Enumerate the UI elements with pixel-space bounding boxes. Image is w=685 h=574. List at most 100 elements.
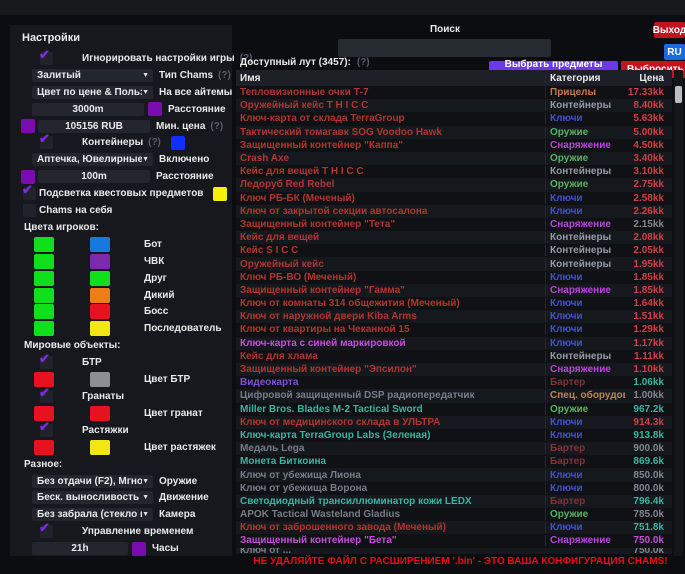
value-input[interactable]: 100m: [38, 170, 150, 183]
value-input[interactable]: 21h: [32, 542, 128, 555]
color-swatch-visible[interactable]: [34, 288, 54, 303]
setting-select-row: Аптечка, Ювелирные и...▼Включено: [10, 151, 232, 168]
table-row[interactable]: Ключ от убежища ЛионаКлючи850.0k: [236, 468, 672, 481]
dropdown[interactable]: Аптечка, Ювелирные и...▼: [32, 153, 153, 166]
table-row[interactable]: Ключ РБ-БК (Меченый)Ключи2.58kk: [236, 192, 672, 205]
table-row[interactable]: Кейс для вещей Т Н I С СКонтейнеры3.10kk: [236, 165, 672, 178]
table-row[interactable]: Ключ от ...750.0k: [236, 548, 672, 554]
checkbox[interactable]: ✔: [40, 356, 53, 369]
checkbox[interactable]: ✔: [40, 525, 53, 538]
table-row[interactable]: Ключ-карта от склада TerraGroupКлючи5.63…: [236, 112, 672, 125]
color-swatch-visible[interactable]: [34, 304, 54, 319]
table-row[interactable]: Miller Bros. Blades M-2 Tactical SwordОр…: [236, 403, 672, 416]
checkbox[interactable]: ✔: [40, 390, 53, 403]
item-name: Ключ РБ-БК (Меченый): [236, 193, 545, 204]
table-row[interactable]: APOK Tactical Wasteland GladiusОружие785…: [236, 508, 672, 521]
color-swatch-chams[interactable]: [90, 288, 110, 303]
color-swatch-visible[interactable]: [34, 254, 54, 269]
table-row[interactable]: Ключ-карта TerraGroup Labs (Зеленая)Ключ…: [236, 429, 672, 442]
scrollbar-thumb[interactable]: [675, 86, 682, 103]
color-swatch-chams[interactable]: [90, 271, 110, 286]
setting-label: Камера: [159, 509, 195, 520]
color-swatch-chams[interactable]: [90, 254, 110, 269]
dropdown[interactable]: Залитый▼: [32, 69, 153, 82]
setting-label: Движение: [159, 492, 209, 503]
color-swatch[interactable]: [213, 187, 227, 201]
checkbox[interactable]: ✔: [40, 136, 53, 149]
table-row[interactable]: Ключ-карта с синей маркировкойКлючи1.17k…: [236, 337, 672, 350]
settings-rows: ✔Игнорировать настройки игры(?)Залитый▼Т…: [10, 50, 232, 557]
loot-title: Доступный лут (3457):(?): [240, 57, 370, 68]
item-category: Контейнеры: [545, 259, 625, 270]
color-label: Дикий: [144, 290, 175, 301]
color-swatch-chams[interactable]: [90, 237, 110, 252]
color-swatch-visible[interactable]: [34, 440, 54, 455]
dropdown[interactable]: Цвет по цене & Пользовательс▼: [32, 86, 153, 99]
table-row[interactable]: Ключ от комнаты 314 общежития (Меченый)К…: [236, 297, 672, 310]
table-row[interactable]: Защищенный контейнер "Гамма"Снаряжение1.…: [236, 284, 672, 297]
table-row[interactable]: Ключ от квартиры на Чеканной 15Ключи1.29…: [236, 323, 672, 336]
color-swatch-visible[interactable]: [34, 321, 54, 336]
item-price: 1.95kk: [625, 259, 668, 270]
table-row[interactable]: Кейс для хламаКонтейнеры1.11kk: [236, 350, 672, 363]
value-input[interactable]: 105156 RUB: [38, 120, 150, 133]
column-category[interactable]: Категория: [545, 73, 625, 84]
table-row[interactable]: Тепловизионные очки Т-7Прицелы17.33kk: [236, 86, 672, 99]
setting-label: Часы: [152, 543, 179, 554]
table-row[interactable]: Кейс S I C CКонтейнеры2.05kk: [236, 244, 672, 257]
table-row[interactable]: Тактический томагавк SOG Voodoo HawkОруж…: [236, 126, 672, 139]
table-row[interactable]: Защищенный контейнер "Каппа"Снаряжение4.…: [236, 139, 672, 152]
table-row[interactable]: Crash AxeОружие3.40kk: [236, 152, 672, 165]
color-swatch[interactable]: [21, 119, 35, 133]
color-swatch-chams[interactable]: [90, 406, 110, 421]
value-input[interactable]: 3000m: [32, 103, 144, 116]
column-price[interactable]: Цена: [625, 73, 668, 84]
table-row[interactable]: Ключ от медицинского склада в УЛЬТРАКлюч…: [236, 416, 672, 429]
table-scrollbar[interactable]: [674, 70, 683, 556]
item-name: Цифровой защищенный DSP радиопередатчик: [236, 390, 545, 401]
color-swatch-visible[interactable]: [34, 271, 54, 286]
table-row[interactable]: Защищенный контейнер "Бета"Снаряжение750…: [236, 534, 672, 547]
checkbox[interactable]: [23, 204, 36, 217]
search-input[interactable]: [338, 39, 551, 57]
color-swatch-chams[interactable]: [90, 304, 110, 319]
color-swatch-chams[interactable]: [90, 321, 110, 336]
item-category: Контейнеры: [545, 166, 625, 177]
setting-label: Гранаты: [82, 391, 124, 402]
dropdown[interactable]: Беск. выносливость и нет уста▼: [32, 491, 153, 504]
table-row[interactable]: Светодиодный трансиллюминатор кожи LEDXБ…: [236, 495, 672, 508]
checkbox[interactable]: ✔: [40, 52, 53, 65]
table-row[interactable]: Ключ от заброшенного завода (Меченый)Клю…: [236, 521, 672, 534]
table-row[interactable]: Ледоруб Red RebelОружие2.75kk: [236, 178, 672, 191]
table-row[interactable]: Оружейный кейсКонтейнеры1.95kk: [236, 257, 672, 270]
color-swatch-chams[interactable]: [90, 372, 110, 387]
table-row[interactable]: Защищенный контейнер "Тета"Снаряжение2.1…: [236, 218, 672, 231]
checkbox[interactable]: ✔: [23, 187, 36, 200]
color-label: Последователь: [144, 323, 222, 334]
column-name[interactable]: Имя: [236, 73, 545, 84]
dropdown[interactable]: Без отдачи (F2), Мгновенное п▼: [32, 475, 153, 488]
item-category: Контейнеры: [545, 351, 625, 362]
table-row[interactable]: Цифровой защищенный DSP радиопередатчикС…: [236, 389, 672, 402]
table-row[interactable]: Ключ от убежища ВоронаКлючи800.0k: [236, 482, 672, 495]
color-swatch-chams[interactable]: [90, 440, 110, 455]
table-row[interactable]: ВидеокартаБартер1.06kk: [236, 376, 672, 389]
item-name: Оружейный кейс Т Н I С С: [236, 100, 545, 111]
table-row[interactable]: Оружейный кейс Т Н I С СКонтейнеры8.40kk: [236, 99, 672, 112]
checkbox[interactable]: ✔: [40, 424, 53, 437]
exit-button[interactable]: Выход: [654, 22, 685, 38]
table-row[interactable]: Медаль LegaБартер900.0k: [236, 442, 672, 455]
table-row[interactable]: Ключ от наружной двери Kiba ArmsКлючи1.5…: [236, 310, 672, 323]
table-row[interactable]: Монета БиткоинаБартер869.6k: [236, 455, 672, 468]
color-swatch[interactable]: [132, 542, 146, 556]
color-swatch[interactable]: [171, 136, 185, 150]
table-row[interactable]: Кейс для вещейКонтейнеры2.08kk: [236, 231, 672, 244]
table-row[interactable]: Ключ РБ-ВО (Меченый)Ключи1.85kk: [236, 271, 672, 284]
language-button[interactable]: RU: [664, 44, 685, 60]
color-swatch-visible[interactable]: [34, 237, 54, 252]
dropdown[interactable]: Без забрала (стекло шлема)▼: [32, 508, 153, 521]
color-swatch[interactable]: [148, 102, 162, 116]
table-row[interactable]: Защищенный контейнер "Эпсилон"Снаряжение…: [236, 363, 672, 376]
item-category: Снаряжение: [545, 219, 625, 230]
table-row[interactable]: Ключ от закрытой секции автосалонаКлючи2…: [236, 205, 672, 218]
